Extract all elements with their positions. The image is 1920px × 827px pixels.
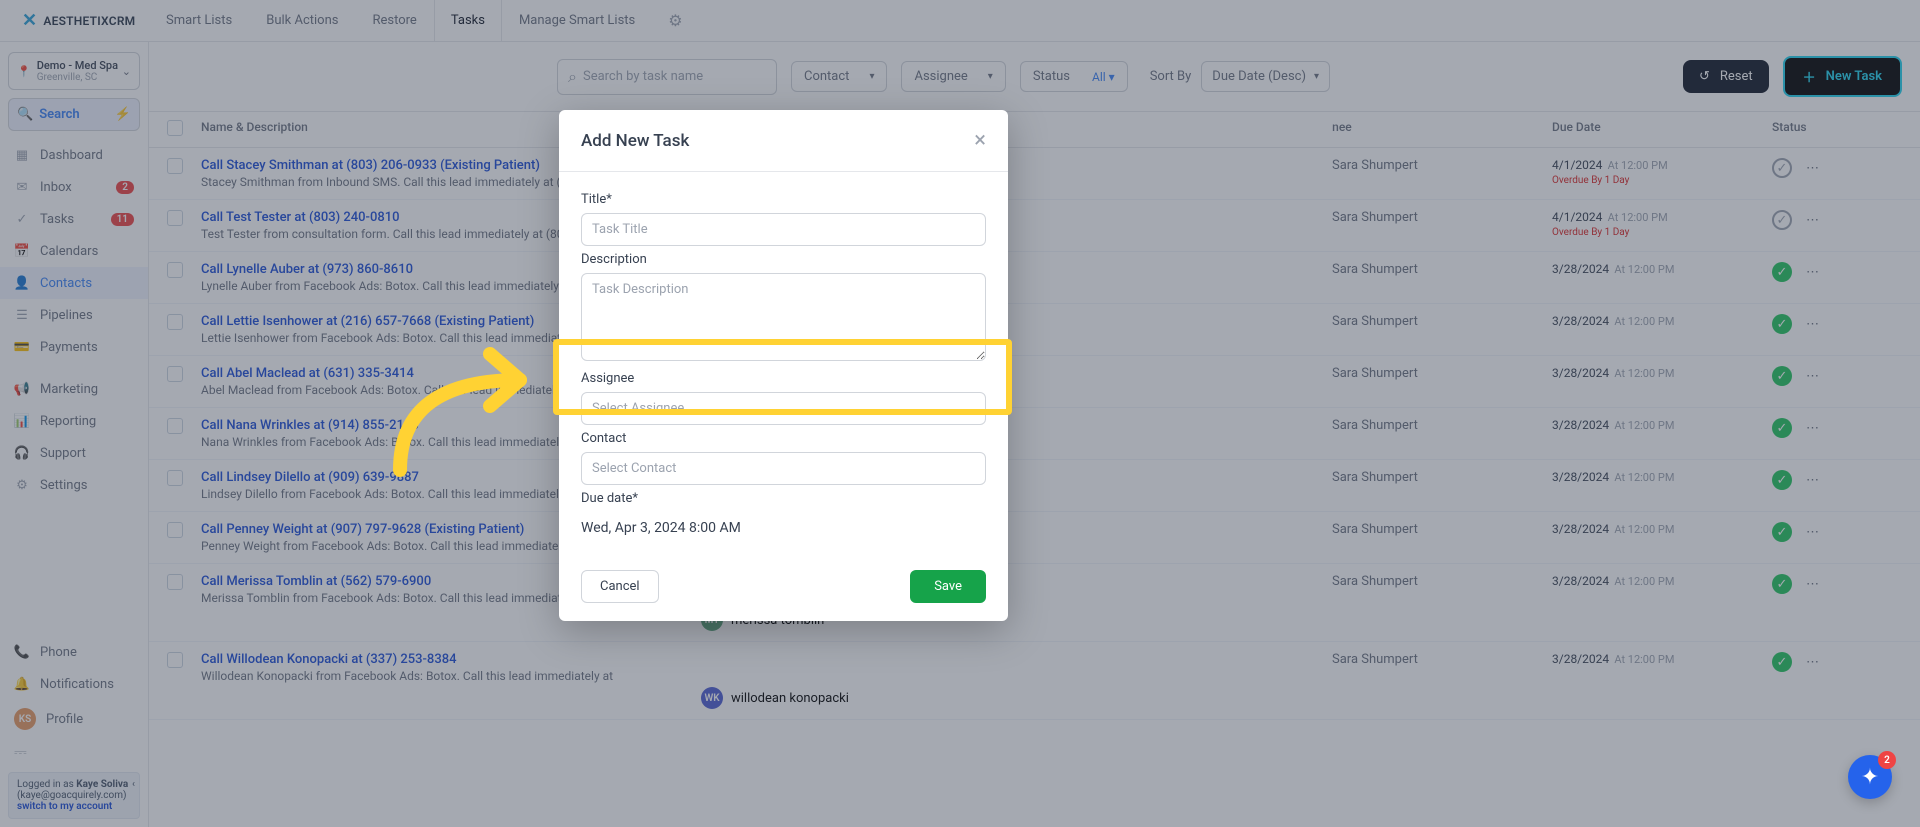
cancel-button[interactable]: Cancel	[581, 570, 659, 603]
save-button[interactable]: Save	[910, 570, 986, 603]
add-task-modal: Add New Task × Title* Description Assign…	[559, 110, 1008, 621]
due-date-display[interactable]: Wed, Apr 3, 2024 8:00 AM	[581, 512, 986, 554]
contact-placeholder: Select Contact	[592, 461, 676, 476]
task-title-input[interactable]	[581, 213, 986, 246]
chat-fab[interactable]: ✦ 2	[1848, 755, 1892, 799]
task-description-input[interactable]	[581, 273, 986, 361]
modal-close-button[interactable]: ×	[974, 128, 986, 153]
assignee-field-label: Assignee	[581, 371, 986, 386]
modal-title: Add New Task	[581, 131, 689, 151]
due-field-label: Due date*	[581, 491, 986, 506]
assignee-select[interactable]: Select Assignee	[581, 392, 986, 425]
fab-badge: 2	[1878, 751, 1896, 769]
contact-select[interactable]: Select Contact	[581, 452, 986, 485]
close-icon: ×	[974, 128, 986, 153]
assignee-placeholder: Select Assignee	[592, 401, 684, 416]
contact-field-label: Contact	[581, 431, 986, 446]
title-field-label: Title*	[581, 192, 986, 207]
plus-icon: ✦	[1861, 765, 1879, 790]
desc-field-label: Description	[581, 252, 986, 267]
